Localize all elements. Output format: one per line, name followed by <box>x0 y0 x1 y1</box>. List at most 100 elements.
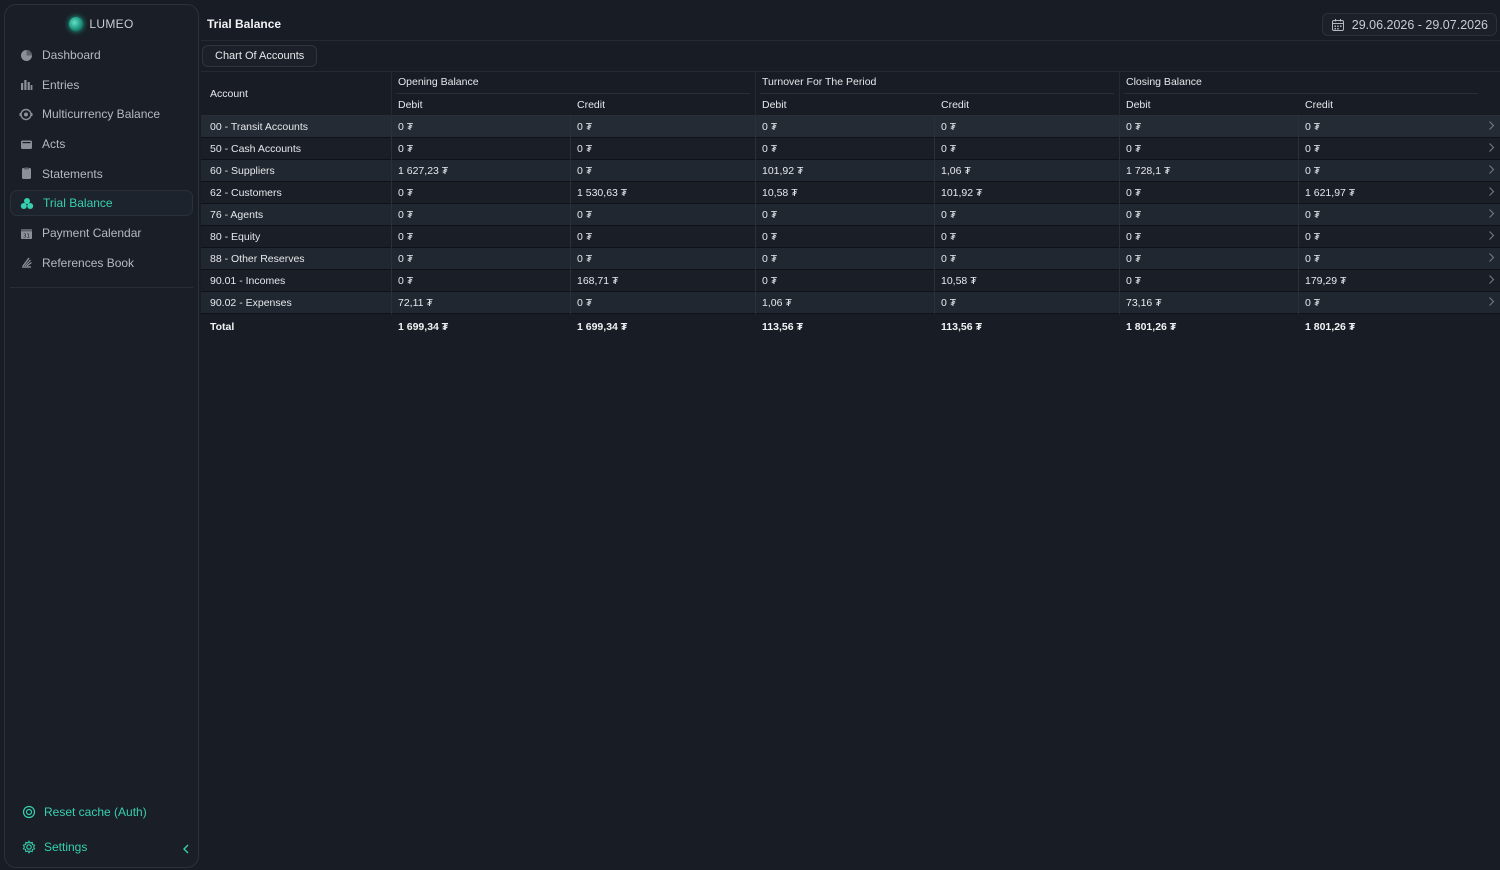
sidebar-item-dashboard[interactable]: Dashboard <box>10 42 193 68</box>
svg-text:31: 31 <box>23 233 30 239</box>
account-cell: 88 - Other Reserves <box>210 253 305 265</box>
opening-debit-cell: 0 ₮ <box>398 121 414 133</box>
table-row[interactable]: 62 - Customers 0 ₮ 1 530,63 ₮ 10,58 ₮ 101,92… <box>201 182 1500 204</box>
opening-credit-cell: 1 530,63 ₮ <box>577 187 628 199</box>
closing-debit-cell: 73,16 ₮ <box>1126 297 1162 309</box>
group-underline <box>760 93 1114 94</box>
sidebar-item-label: Entries <box>42 77 80 92</box>
header-divider <box>1119 72 1120 116</box>
closing-credit-header: Credit <box>1305 99 1334 111</box>
cell-divider <box>391 270 392 292</box>
settings-button[interactable]: Settings <box>22 840 87 854</box>
closing-debit-cell: 1 728,1 ₮ <box>1126 165 1171 177</box>
sidebar-item-payment-calendar[interactable]: 31 Payment Calendar <box>10 220 193 246</box>
table-row[interactable]: 60 - Suppliers 1 627,23 ₮ 0 ₮ 101,92 ₮ 1,06 … <box>201 160 1500 182</box>
account-cell: 76 - Agents <box>210 209 264 221</box>
toolbar: Chart Of Accounts <box>201 41 1500 72</box>
opening-debit-cell: 0 ₮ <box>398 143 414 155</box>
opening-credit-cell: 168,71 ₮ <box>577 275 619 287</box>
chevron-right-icon[interactable] <box>1488 186 1495 200</box>
cell-divider <box>570 248 571 270</box>
settings-label: Settings <box>44 840 88 854</box>
cell-divider <box>755 226 756 248</box>
cell-divider <box>755 116 756 138</box>
statements-icon <box>19 167 33 181</box>
group-underline <box>1124 93 1478 94</box>
app-logo[interactable]: LUMEO <box>5 17 198 31</box>
logo-icon <box>69 17 84 31</box>
sidebar-item-label: Multicurrency Balance <box>42 107 161 122</box>
turnover-header: Turnover For The Period <box>762 76 877 88</box>
opening-debit-cell: 0 ₮ <box>398 231 414 243</box>
cell-divider <box>1298 270 1299 292</box>
opening-credit-cell: 0 ₮ <box>577 143 593 155</box>
date-range-picker[interactable]: 29.06.2026 - 29.07.2026 <box>1321 13 1497 36</box>
turnover-debit-cell: 1,06 ₮ <box>762 297 792 309</box>
cell-divider <box>570 226 571 248</box>
collapse-sidebar-button[interactable] <box>182 843 190 858</box>
opening-credit-cell: 0 ₮ <box>577 297 593 309</box>
cell-divider <box>1119 226 1120 248</box>
cell-divider <box>755 182 756 204</box>
turnover-debit-cell: 0 ₮ <box>762 209 778 221</box>
cell-divider <box>1298 292 1299 314</box>
opening-credit-cell: 0 ₮ <box>577 231 593 243</box>
sidebar: LUMEO Dashboard Entries Multicurrency Bala… <box>4 4 199 868</box>
sidebar-item-references-book[interactable]: References Book <box>10 250 193 276</box>
closing-debit-cell: 0 ₮ <box>1126 143 1142 155</box>
chevron-right-icon[interactable] <box>1488 274 1495 288</box>
chart-of-accounts-button[interactable]: Chart Of Accounts <box>202 45 318 67</box>
table-row[interactable]: 76 - Agents 0 ₮ 0 ₮ 0 ₮ 0 ₮ 0 ₮ 0 ₮ <box>201 204 1500 226</box>
dashboard-icon <box>19 48 33 62</box>
cell-divider <box>570 182 571 204</box>
sidebar-item-statements[interactable]: Statements <box>10 161 193 187</box>
chevron-right-icon[interactable] <box>1488 252 1495 266</box>
sidebar-item-acts[interactable]: Acts <box>10 131 193 157</box>
cell-divider <box>570 292 571 314</box>
cell-divider <box>570 204 571 226</box>
cell-divider <box>934 138 935 160</box>
cell-divider <box>570 270 571 292</box>
sidebar-item-label: Dashboard <box>42 48 101 62</box>
turnover-debit-header: Debit <box>762 99 787 111</box>
table-row[interactable]: 90.02 - Expenses 72,11 ₮ 0 ₮ 1,06 ₮ 0 ₮ 73,16… <box>201 292 1500 314</box>
table-body: 00 - Transit Accounts 0 ₮ 0 ₮ 0 ₮ 0 ₮ 0 ₮ 0 ₮ 5… <box>201 116 1500 314</box>
cell-divider <box>570 116 571 138</box>
chevron-right-icon[interactable] <box>1488 142 1495 156</box>
turnover-debit-cell: 0 ₮ <box>762 121 778 133</box>
chevron-right-icon[interactable] <box>1488 164 1495 178</box>
closing-credit-cell: 0 ₮ <box>1305 209 1321 221</box>
chevron-right-icon[interactable] <box>1488 208 1495 222</box>
chevron-right-icon[interactable] <box>1488 230 1495 244</box>
sidebar-item-entries[interactable]: Entries <box>10 72 193 98</box>
closing-debit-cell: 0 ₮ <box>1126 121 1142 133</box>
sidebar-item-multicurrency-balance[interactable]: Multicurrency Balance <box>10 101 193 127</box>
sidebar-item-label: References Book <box>42 255 135 270</box>
cell-divider <box>755 204 756 226</box>
chevron-right-icon[interactable] <box>1488 296 1495 310</box>
table-row[interactable]: 80 - Equity 0 ₮ 0 ₮ 0 ₮ 0 ₮ 0 ₮ 0 ₮ <box>201 226 1500 248</box>
opening-balance-header: Opening Balance <box>398 76 479 88</box>
reset-cache-button[interactable]: Reset cache (Auth) <box>22 805 147 819</box>
group-underline <box>396 93 750 94</box>
cell-divider <box>391 182 392 204</box>
cell-divider <box>1298 248 1299 270</box>
table-row[interactable]: 88 - Other Reserves 0 ₮ 0 ₮ 0 ₮ 0 ₮ 0 ₮ 0 ₮ <box>201 248 1500 270</box>
chevron-left-icon <box>183 844 189 854</box>
reset-icon <box>22 805 36 819</box>
table-row[interactable]: 00 - Transit Accounts 0 ₮ 0 ₮ 0 ₮ 0 ₮ 0 ₮ 0 ₮ <box>201 116 1500 138</box>
opening-debit-header: Debit <box>398 99 423 111</box>
closing-debit-cell: 0 ₮ <box>1126 187 1142 199</box>
sidebar-item-trial-balance[interactable]: Trial Balance <box>10 190 193 217</box>
sidebar-item-label: Statements <box>42 166 103 181</box>
chevron-right-icon[interactable] <box>1488 120 1495 134</box>
account-column-header: Account <box>210 88 248 100</box>
trial-balance-icon <box>20 196 34 210</box>
opening-debit-cell: 0 ₮ <box>398 275 414 287</box>
closing-debit-cell: 0 ₮ <box>1126 275 1142 287</box>
turnover-debit-cell: 10,58 ₮ <box>762 187 798 199</box>
table-row[interactable]: 90.01 - Incomes 0 ₮ 168,71 ₮ 0 ₮ 10,58 ₮ 0 ₮ 1… <box>201 270 1500 292</box>
cell-divider <box>1119 116 1120 138</box>
table-row[interactable]: 50 - Cash Accounts 0 ₮ 0 ₮ 0 ₮ 0 ₮ 0 ₮ 0 ₮ <box>201 138 1500 160</box>
closing-credit-cell: 0 ₮ <box>1305 253 1321 265</box>
